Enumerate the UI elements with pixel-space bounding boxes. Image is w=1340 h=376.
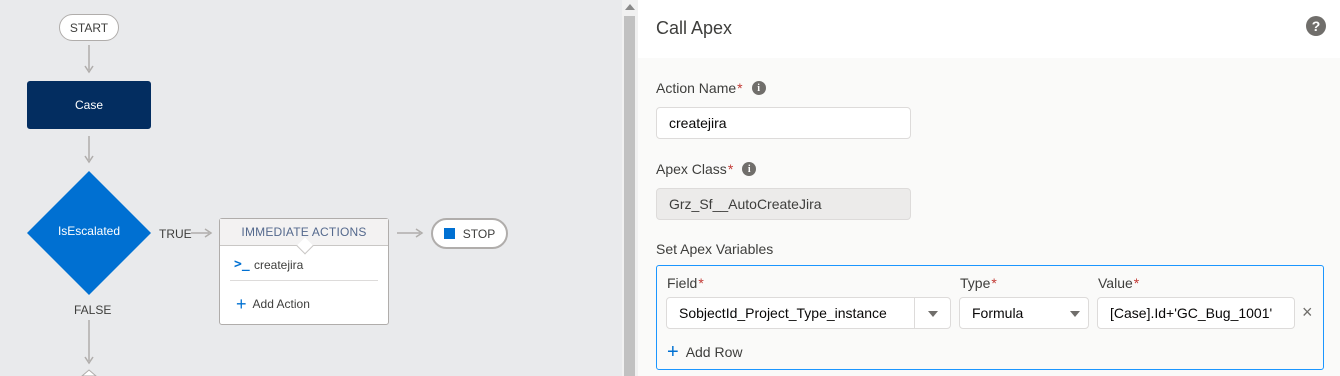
panel-header: Call Apex ?	[638, 0, 1340, 58]
value-input[interactable]: [Case].Id+'GC_Bug_1001'	[1097, 297, 1295, 329]
required-marker: *	[737, 80, 743, 96]
stop-icon	[443, 228, 455, 239]
plus-icon: +	[236, 294, 247, 314]
add-row-label: Add Row	[685, 344, 743, 360]
add-row-button[interactable]: + Add Row	[667, 341, 743, 363]
stop-node[interactable]: STOP	[431, 218, 508, 249]
apex-class-label-text: Apex Class	[656, 161, 727, 177]
remove-row-icon[interactable]: ×	[1302, 302, 1313, 323]
stop-label: STOP	[462, 226, 496, 241]
true-branch-label: TRUE	[159, 227, 192, 241]
action-item-label: createjira	[254, 257, 304, 272]
apex-variables-label: Set Apex Variables	[656, 241, 774, 257]
add-action-label: Add Action	[252, 297, 310, 311]
type-column-label: Type*	[960, 275, 997, 291]
chevron-down-icon[interactable]	[1070, 311, 1080, 317]
false-branch-label: FALSE	[74, 303, 112, 317]
required-marker: *	[727, 161, 734, 177]
plus-icon: +	[667, 341, 679, 363]
help-icon[interactable]: ?	[1306, 16, 1326, 36]
scroll-thumb[interactable]	[624, 16, 635, 376]
add-action-button[interactable]: + Add Action	[236, 294, 310, 314]
info-icon[interactable]: i	[751, 81, 766, 95]
type-select[interactable]: Formula	[959, 297, 1089, 329]
field-select[interactable]: SobjectId_Project_Type_instance	[666, 297, 951, 329]
field-column-text: Field	[667, 275, 698, 291]
value-column-text: Value	[1098, 275, 1133, 291]
apex-class-input	[656, 188, 911, 220]
chevron-down-icon[interactable]	[928, 311, 938, 317]
required-marker: *	[991, 275, 997, 291]
info-icon[interactable]: i	[742, 162, 757, 176]
apex-icon: >_	[234, 257, 250, 272]
type-select-value: Formula	[972, 305, 1024, 321]
action-name-label: Action Name * i	[656, 80, 766, 96]
flow-canvas[interactable]: START Case IsEscalated TRUE FALSE IMMEDI…	[0, 0, 622, 376]
required-marker: *	[1133, 275, 1140, 291]
required-marker: *	[698, 275, 704, 291]
call-apex-panel: Call Apex ? Action Name * i Apex Class *…	[638, 0, 1340, 376]
immediate-actions-box[interactable]: IMMEDIATE ACTIONS >_ createjira + Add Ac…	[219, 218, 389, 325]
case-node[interactable]: Case	[27, 81, 151, 129]
action-name-label-text: Action Name	[656, 80, 737, 96]
start-node[interactable]: START	[59, 14, 119, 41]
field-column-label: Field*	[667, 275, 704, 291]
apex-variables-box: Field* Type* Value* SobjectId_Project_Ty…	[656, 265, 1324, 370]
canvas-scrollbar[interactable]	[622, 0, 638, 376]
actions-divider	[230, 280, 378, 281]
action-name-input[interactable]	[656, 107, 911, 139]
field-select-divider	[914, 298, 915, 328]
action-item-createjira[interactable]: >_ createjira	[234, 257, 303, 272]
panel-title: Call Apex	[656, 18, 733, 38]
value-input-text: [Case].Id+'GC_Bug_1001'	[1110, 305, 1273, 321]
decision-label: IsEscalated	[57, 224, 121, 238]
scroll-up-arrow-icon[interactable]	[625, 4, 635, 10]
apex-class-label: Apex Class * i	[656, 161, 757, 177]
type-column-text: Type	[960, 275, 991, 291]
value-column-label: Value*	[1098, 275, 1139, 291]
field-select-value: SobjectId_Project_Type_instance	[679, 305, 887, 321]
